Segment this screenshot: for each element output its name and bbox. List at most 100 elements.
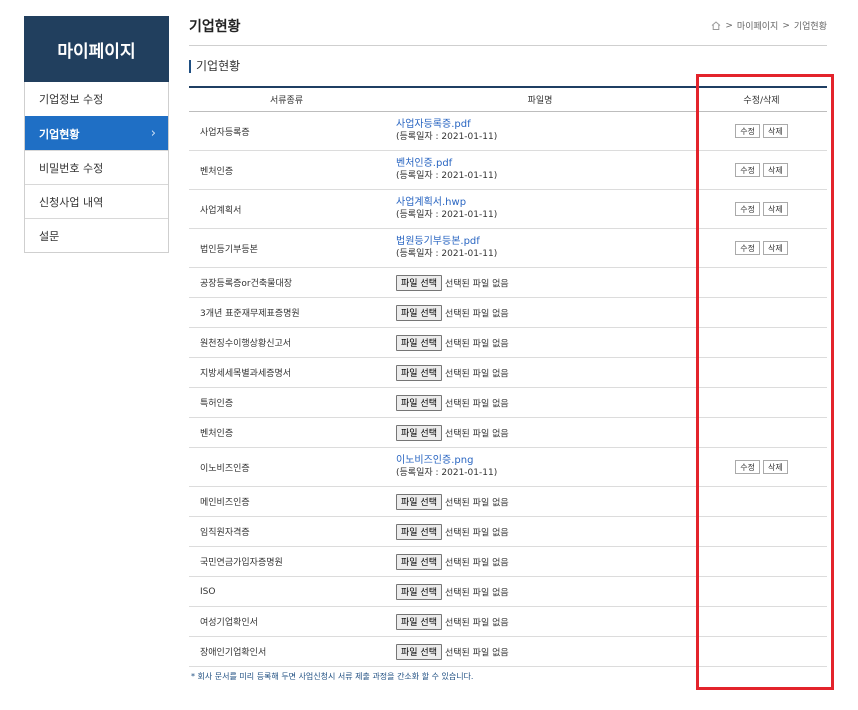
delete-button[interactable]: 삭제 [763, 202, 788, 216]
edit-button[interactable]: 수정 [735, 202, 760, 216]
action-buttons: 수정 삭제 [696, 163, 827, 177]
file-select-button[interactable]: 파일 선택 [396, 304, 442, 321]
chevron-right-icon: › [150, 126, 156, 141]
file-link[interactable]: 법원등기부등본.pdf [396, 236, 696, 248]
file-cell: 파일 선택 선택된 파일 없음 [384, 394, 696, 411]
doc-type: 법인등기부등본 [200, 244, 258, 255]
table-row: 장애인기업확인서 파일 선택 선택된 파일 없음 [189, 637, 827, 667]
home-icon[interactable] [711, 21, 721, 30]
file-status: 선택된 파일 없음 [444, 618, 509, 628]
file-select-button[interactable]: 파일 선택 [396, 424, 442, 441]
action-buttons: 수정 삭제 [696, 202, 827, 216]
file-cell: 파일 선택 선택된 파일 없음 [384, 274, 696, 291]
file-cell: 파일 선택 선택된 파일 없음 [384, 553, 696, 570]
sidebar-item-label: 신청사업 내역 [39, 195, 104, 209]
file-status: 선택된 파일 없음 [444, 588, 509, 598]
sidebar-title: 마이페이지 [24, 16, 169, 82]
edit-button[interactable]: 수정 [735, 241, 760, 255]
table-row: 법인등기부등본 법원등기부등본.pdf (등록일자 : 2021-01-11) 수정 삭… [189, 229, 827, 268]
table-row: 특허인증 파일 선택 선택된 파일 없음 [189, 388, 827, 418]
sidebar-item-label: 기업현황 [39, 127, 80, 141]
file-status: 선택된 파일 없음 [444, 339, 509, 349]
file-status: 선택된 파일 없음 [444, 648, 509, 658]
header-file-name: 파일명 [527, 96, 553, 106]
table-row: 임직원자격증 파일 선택 선택된 파일 없음 [189, 517, 827, 547]
file-cell: 파일 선택 선택된 파일 없음 [384, 643, 696, 660]
doc-type: 이노비즈인증 [200, 463, 250, 474]
file-select-button[interactable]: 파일 선택 [396, 553, 442, 570]
action-buttons: 수정 삭제 [696, 124, 827, 138]
doc-type: 공장등록증or건축물대장 [200, 279, 293, 289]
table-row: 3개년 표준재무제표증명원 파일 선택 선택된 파일 없음 [189, 298, 827, 328]
file-cell: 파일 선택 선택된 파일 없음 [384, 334, 696, 351]
edit-button[interactable]: 수정 [735, 163, 760, 177]
doc-type: 메인비즈인증 [200, 498, 250, 508]
breadcrumb-item-current[interactable]: 기업현황 [794, 19, 827, 32]
file-cell: 사업자등록증.pdf (등록일자 : 2021-01-11) [384, 119, 696, 143]
footnote: * 회사 문서를 미리 등록해 두면 사업신청시 서류 제출 과정을 간소화 할… [191, 672, 474, 681]
sidebar-item[interactable]: 설문 [25, 218, 168, 252]
sidebar-item-label: 비밀번호 수정 [39, 161, 104, 175]
file-link[interactable]: 벤처인증.pdf [396, 158, 696, 170]
delete-button[interactable]: 삭제 [763, 460, 788, 474]
doc-type: 3개년 표준재무제표증명원 [200, 309, 300, 319]
file-status: 선택된 파일 없음 [444, 279, 509, 289]
file-cell: 파일 선택 선택된 파일 없음 [384, 364, 696, 381]
registration-date: (등록일자 : 2021-01-11) [396, 171, 498, 181]
edit-button[interactable]: 수정 [735, 124, 760, 138]
breadcrumb-item-mypage[interactable]: 마이페이지 [737, 19, 778, 32]
doc-type: 임직원자격증 [200, 528, 250, 538]
header-doc-type: 서류종류 [269, 96, 304, 106]
table-row: 여성기업확인서 파일 선택 선택된 파일 없음 [189, 607, 827, 637]
file-select-button[interactable]: 파일 선택 [396, 523, 442, 540]
sidebar-item[interactable]: 기업현황 › [25, 116, 168, 150]
sidebar-item[interactable]: 신청사업 내역 [25, 184, 168, 218]
file-select-button[interactable]: 파일 선택 [396, 643, 442, 660]
page-title: 기업현황 [189, 19, 241, 35]
table-row: 원천징수이행상황신고서 파일 선택 선택된 파일 없음 [189, 328, 827, 358]
registration-date: (등록일자 : 2021-01-11) [396, 132, 498, 142]
file-select-button[interactable]: 파일 선택 [396, 613, 442, 630]
file-cell: 파일 선택 선택된 파일 없음 [384, 613, 696, 630]
file-select-button[interactable]: 파일 선택 [396, 274, 442, 291]
doc-type: 지방세세목별과세증명서 [200, 369, 292, 379]
action-buttons: 수정 삭제 [696, 241, 827, 255]
title-divider [189, 45, 827, 46]
file-select-button[interactable]: 파일 선택 [396, 364, 442, 381]
table-row: 지방세세목별과세증명서 파일 선택 선택된 파일 없음 [189, 358, 827, 388]
table-row: 사업자등록증 사업자등록증.pdf (등록일자 : 2021-01-11) 수정 삭제 [189, 112, 827, 151]
file-cell: 법원등기부등본.pdf (등록일자 : 2021-01-11) [384, 236, 696, 260]
file-link[interactable]: 사업자등록증.pdf [396, 119, 696, 131]
table-row: 벤처인증 파일 선택 선택된 파일 없음 [189, 418, 827, 448]
table-row: 공장등록증or건축물대장 파일 선택 선택된 파일 없음 [189, 268, 827, 298]
file-cell: 이노비즈인증.png (등록일자 : 2021-01-11) [384, 455, 696, 479]
file-select-button[interactable]: 파일 선택 [396, 493, 442, 510]
action-buttons: 수정 삭제 [696, 460, 827, 474]
file-select-button[interactable]: 파일 선택 [396, 334, 442, 351]
file-cell: 사업계획서.hwp (등록일자 : 2021-01-11) [384, 197, 696, 221]
file-cell: 파일 선택 선택된 파일 없음 [384, 424, 696, 441]
file-status: 선택된 파일 없음 [444, 399, 509, 409]
file-status: 선택된 파일 없음 [444, 429, 509, 439]
table-header: 서류종류 파일명 수정/삭제 [189, 86, 827, 112]
doc-type: 여성기업확인서 [200, 618, 258, 628]
doc-type: 벤처인증 [200, 166, 234, 177]
action-cell: 수정 삭제 [696, 124, 827, 138]
delete-button[interactable]: 삭제 [763, 241, 788, 255]
table-body: 사업자등록증 사업자등록증.pdf (등록일자 : 2021-01-11) 수정 삭제 벤… [189, 112, 827, 667]
delete-button[interactable]: 삭제 [763, 124, 788, 138]
edit-button[interactable]: 수정 [735, 460, 760, 474]
file-select-button[interactable]: 파일 선택 [396, 583, 442, 600]
table-row: ISO 파일 선택 선택된 파일 없음 [189, 577, 827, 607]
file-select-button[interactable]: 파일 선택 [396, 394, 442, 411]
sidebar-item[interactable]: 비밀번호 수정 [25, 150, 168, 184]
section-title: 기업현황 [189, 60, 240, 73]
table-row: 이노비즈인증 이노비즈인증.png (등록일자 : 2021-01-11) 수정 삭제 [189, 448, 827, 487]
sidebar-item[interactable]: 기업정보 수정 [25, 82, 168, 116]
doc-type: 국민연금가입자증명원 [200, 558, 283, 568]
file-link[interactable]: 사업계획서.hwp [396, 197, 696, 209]
delete-button[interactable]: 삭제 [763, 163, 788, 177]
doc-type: 사업자등록증 [200, 127, 250, 138]
file-link[interactable]: 이노비즈인증.png [396, 455, 696, 467]
doc-type: 특허인증 [200, 399, 234, 409]
